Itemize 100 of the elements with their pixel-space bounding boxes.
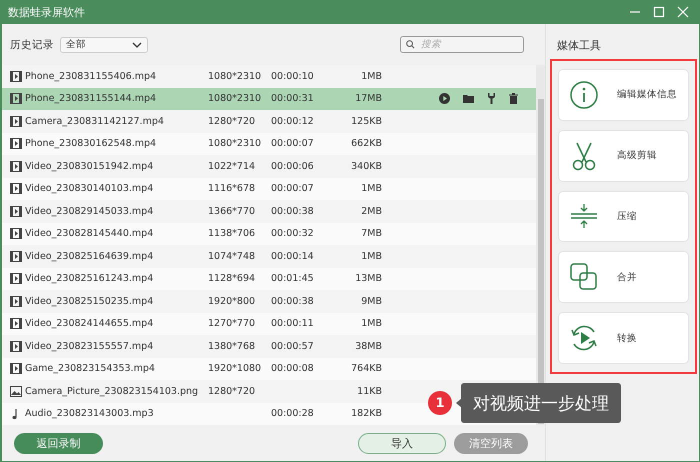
video-file-icon: [10, 160, 22, 172]
video-file-icon: [10, 273, 22, 284]
file-row[interactable]: Video_230828145440.mp4 1138*706 00:00:32 7MB: [2, 222, 536, 245]
resolution-text: 1080*2310: [208, 70, 262, 82]
duration-text: 00:00:07: [271, 183, 314, 194]
history-label: 历史记录: [10, 38, 54, 52]
file-row[interactable]: Phone_230831155144.mp4 1080*2310 00:00:31 17MB: [2, 88, 536, 110]
file-size-text: 7MB: [361, 228, 382, 240]
video-file-icon: [10, 183, 22, 194]
file-size-text: 2MB: [361, 206, 382, 217]
resolution-text: 1080*2310: [208, 138, 262, 150]
duration-text: 00:00:06: [271, 160, 314, 172]
file-name: Phone_230831155406.mp4: [25, 70, 156, 82]
back-to-recording-button[interactable]: 返回录制: [14, 432, 103, 454]
resolution-text: 1366*770: [208, 206, 256, 217]
file-size-text: 764KB: [351, 363, 382, 374]
duration-text: 00:01:45: [271, 273, 314, 284]
file-name: Phone_230830162548.mp4: [25, 138, 156, 150]
filter-dropdown[interactable]: 全部: [60, 36, 148, 52]
resolution-text: 1920*800: [208, 296, 256, 307]
duration-text: 00:00:57: [271, 340, 314, 352]
resolution-text: 1138*706: [208, 228, 256, 240]
resolution-text: 1280*720: [208, 116, 256, 127]
file-name: Video_230829145033.mp4: [25, 206, 154, 217]
tool-card[interactable]: 合并: [558, 251, 689, 304]
file-name: Video_230825161243.mp4: [25, 273, 154, 284]
file-name: Video_230823155557.mp4: [25, 340, 154, 352]
resolution-text: 1380*768: [208, 340, 256, 352]
file-size-text: 182KB: [351, 408, 382, 420]
resolution-text: 1074*748: [208, 250, 256, 262]
tool-card[interactable]: 编辑媒体信息: [558, 69, 689, 121]
file-size-text: 1MB: [361, 183, 382, 194]
video-file-icon: [10, 296, 22, 307]
duration-text: 00:00:14: [271, 250, 314, 262]
window-title: 数据蛙录屏软件: [8, 4, 86, 20]
trash-icon[interactable]: [509, 93, 518, 104]
video-file-icon: [10, 116, 22, 127]
duration-text: 00:00:11: [271, 318, 314, 330]
play-icon[interactable]: [439, 93, 450, 104]
duration-text: 00:00:07: [271, 138, 314, 150]
file-size-text: 1MB: [361, 250, 382, 262]
file-name: Video_230825164639.mp4: [25, 250, 154, 262]
video-file-icon: [10, 363, 22, 374]
file-size-text: 1MB: [361, 318, 382, 330]
resolution-text: 1280*720: [208, 386, 256, 397]
file-name: Camera_Picture_230823154103.png: [25, 386, 198, 397]
file-row[interactable]: Video_230824144655.mp4 1270*770 00:00:11 1MB: [2, 312, 536, 335]
duration-text: 00:00:08: [271, 363, 314, 374]
file-name: Video_230824144655.mp4: [25, 318, 154, 330]
video-file-icon: [10, 206, 22, 217]
file-row[interactable]: Video_230825161243.mp4 1128*694 00:01:45 13MB: [2, 268, 536, 290]
duration-text: 00:00:10: [271, 70, 314, 82]
overlapping-squares-icon: [569, 262, 599, 292]
duration-text: 00:00:32: [271, 228, 314, 240]
search-icon: [406, 40, 415, 49]
duration-text: 00:00:31: [271, 93, 314, 104]
search-field[interactable]: 搜索: [400, 36, 524, 53]
info-icon: [569, 80, 599, 110]
folder-icon[interactable]: [463, 94, 474, 104]
video-file-icon: [10, 228, 22, 240]
file-row[interactable]: Video_230830140103.mp4 1116*678 00:00:07 1MB: [2, 178, 536, 200]
file-size-text: 662KB: [351, 138, 382, 150]
file-name: Game_230823154353.mp4: [25, 363, 155, 374]
file-name: Camera_230831142127.mp4: [25, 116, 164, 127]
video-file-icon: [10, 70, 22, 82]
video-file-icon: [10, 318, 22, 330]
resolution-text: 1920*1080: [208, 363, 262, 374]
resolution-text: 1022*714: [208, 160, 256, 172]
duration-text: 00:00:12: [271, 116, 314, 127]
file-row[interactable]: Phone_230830162548.mp4 1080*2310 00:00:07 662KB: [2, 132, 536, 155]
file-size-text: 340KB: [351, 160, 382, 172]
file-size-text: 1MB: [361, 70, 382, 82]
file-size-text: 13MB: [355, 273, 382, 284]
chevron-down-icon: [132, 42, 142, 48]
duration-text: 00:00:28: [271, 408, 314, 420]
resolution-text: 1116*678: [208, 183, 256, 194]
tool-card[interactable]: 转换: [558, 312, 689, 364]
file-size-text: 9MB: [361, 296, 382, 307]
file-name: Video_230830151942.mp4: [25, 160, 154, 172]
resolution-text: 1128*694: [208, 273, 256, 284]
file-name: Phone_230831155144.mp4: [25, 93, 156, 104]
file-name: Video_230828145440.mp4: [25, 228, 154, 240]
wrench-icon[interactable]: [487, 93, 496, 104]
tooltip-pointer: [456, 398, 462, 408]
resolution-text: 1080*2310: [208, 93, 262, 104]
file-row[interactable]: Game_230823154353.mp4 1920*1080 00:00:08 764KB: [2, 358, 536, 380]
file-name: Video_230830140103.mp4: [25, 183, 154, 194]
file-size-text: 11KB: [357, 386, 382, 397]
file-name: Video_230825150235.mp4: [25, 296, 154, 307]
file-size-text: 125KB: [351, 116, 382, 127]
panel-title: 媒体工具: [557, 38, 602, 53]
duration-text: 00:00:38: [271, 296, 314, 307]
video-file-icon: [10, 138, 22, 150]
convert-icon: [569, 323, 599, 354]
image-file-icon: [10, 386, 22, 397]
tool-card[interactable]: 高级剪辑: [558, 130, 689, 182]
duration-text: 00:00:38: [271, 206, 314, 217]
tool-card[interactable]: 压缩: [558, 190, 689, 242]
file-size-text: 38MB: [355, 340, 382, 352]
import-button[interactable]: 导入: [358, 432, 446, 454]
